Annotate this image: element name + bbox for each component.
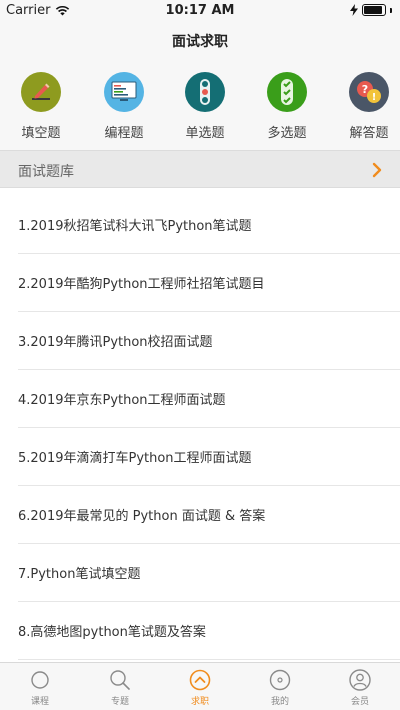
list-item-title: 4.2019年京东Python工程师面试题 [18, 393, 226, 408]
list-item[interactable]: 4.2019年京东Python工程师面试题 [18, 370, 400, 428]
status-time: 10:17 AM [165, 3, 235, 18]
tab-label: 课程 [30, 697, 49, 707]
code-screen-icon [104, 72, 144, 112]
battery-icon [362, 4, 386, 16]
chevron-up-circle-icon [189, 669, 211, 691]
status-bar: Carrier 10:17 AM [0, 0, 400, 22]
member-icon [349, 669, 371, 691]
question-bubble-icon: ? ! [349, 72, 389, 112]
tab-bar: 课程 专题 求职 我的 会员 [0, 662, 400, 710]
tab-mine[interactable]: 我的 [240, 663, 320, 710]
list-item-title: 5.2019年滴滴打车Python工程师面试题 [18, 451, 252, 466]
list-item[interactable]: 1.2019秋招笔试科大讯飞Python笔试题 [18, 196, 400, 254]
category-label: 多选题 [267, 126, 307, 141]
list-item-title: 8.高德地图python笔试题及答案 [18, 625, 206, 640]
pencil-icon [21, 72, 61, 112]
battery-cap [390, 7, 392, 13]
list-item[interactable]: 5.2019年滴滴打车Python工程师面试题 [18, 428, 400, 486]
list-item[interactable]: 7.Python笔试填空题 [18, 544, 400, 602]
disc-icon [269, 669, 291, 691]
tab-label: 求职 [190, 697, 209, 707]
section-title: 面试题库 [18, 164, 74, 180]
tab-member[interactable]: 会员 [320, 663, 400, 710]
category-fill-blank[interactable]: 填空题 [6, 72, 76, 141]
category-multi-choice[interactable]: 多选题 [252, 72, 322, 141]
list-item[interactable]: 6.2019年最常见的 Python 面试题 & 答案 [18, 486, 400, 544]
list-item-title: 1.2019秋招笔试科大讯飞Python笔试题 [18, 219, 252, 234]
circle-icon [31, 671, 49, 689]
tab-label: 会员 [350, 697, 369, 707]
search-icon [110, 670, 130, 690]
category-answer[interactable]: ? ! 解答题 [334, 72, 400, 141]
category-row: 填空题 编程题 单选题 多选题 ? ! 解答题 [0, 62, 400, 150]
svg-text:!: ! [372, 92, 377, 103]
tab-courses[interactable]: 课程 [0, 663, 80, 710]
list-item[interactable]: 3.2019年腾讯Python校招面试题 [18, 312, 400, 370]
category-label: 单选题 [185, 126, 225, 141]
category-programming[interactable]: 编程题 [89, 72, 159, 141]
list-item-title: 6.2019年最常见的 Python 面试题 & 答案 [18, 509, 266, 524]
status-right [350, 4, 392, 16]
question-bank-header[interactable]: 面试题库 [0, 150, 400, 188]
multi-choice-icon [267, 72, 307, 112]
tab-label: 专题 [110, 697, 129, 707]
list-item-title: 7.Python笔试填空题 [18, 567, 141, 582]
list-item-title: 3.2019年腾讯Python校招面试题 [18, 335, 213, 350]
nav-bar: 面试求职 [0, 22, 400, 62]
category-single-choice[interactable]: 单选题 [170, 72, 240, 141]
category-label: 编程题 [104, 126, 144, 141]
charging-bolt-icon [350, 4, 358, 16]
list-item[interactable]: 2.2019年酷狗Python工程师社招笔试题目 [18, 254, 400, 312]
tab-label: 我的 [270, 697, 289, 707]
tab-jobs[interactable]: 求职 [160, 663, 240, 710]
page-title: 面试求职 [172, 34, 228, 50]
question-list: 1.2019秋招笔试科大讯飞Python笔试题 2.2019年酷狗Python工… [0, 196, 400, 660]
svg-text:?: ? [362, 83, 368, 96]
category-label: 解答题 [349, 126, 389, 141]
chevron-right-icon [372, 162, 382, 178]
list-item[interactable]: 8.高德地图python笔试题及答案 [18, 602, 400, 660]
list-item-title: 2.2019年酷狗Python工程师社招笔试题目 [18, 277, 265, 292]
tab-topics[interactable]: 专题 [80, 663, 160, 710]
single-choice-icon [185, 72, 225, 112]
category-label: 填空题 [21, 126, 61, 141]
